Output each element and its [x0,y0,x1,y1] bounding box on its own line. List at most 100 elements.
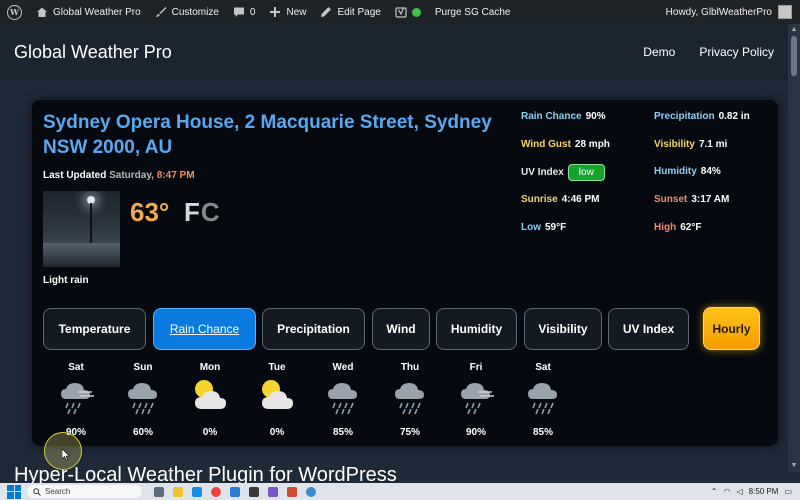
weather-card: Sydney Opera House, 2 Macquarie Street, … [32,100,778,446]
windows-start-icon[interactable] [7,484,21,499]
edge-browser-icon[interactable] [192,486,202,497]
pencil-icon [321,7,332,17]
stat-rain-chance-label: Rain Chance [521,111,582,122]
forecast-day-label: Tue [268,362,286,373]
terminal-icon[interactable] [249,486,259,497]
chevron-up-icon[interactable]: ⌃ [711,487,718,496]
app-icon[interactable] [268,486,278,497]
forecast-day-label: Sat [68,362,84,373]
scroll-thumb[interactable] [791,36,797,76]
system-tray: ⌃ ◠ ◁ 8:50 PM ▭ [711,487,800,496]
location-title: Sydney Opera House, 2 Macquarie Street, … [43,112,492,158]
forecast-day-label: Thu [400,362,420,373]
wordpress-icon: W [7,4,22,20]
rain-icon [328,383,357,415]
rain-icon [395,383,424,415]
stat-precipitation-label: Precipitation [654,111,715,122]
tab-wind[interactable]: Wind [372,308,430,350]
nav-privacy-policy[interactable]: Privacy Policy [699,45,774,59]
unit-c-toggle[interactable]: C [201,197,221,227]
stat-humidity-value: 84% [700,166,721,177]
stat-low-value: 59°F [545,222,567,233]
wp-logo-button[interactable]: W [0,0,29,24]
new-content-link[interactable]: New [262,0,313,24]
current-temperature: 63° [130,197,170,227]
stat-rain-chance: Rain Chance 90% [521,111,606,122]
avatar[interactable] [778,5,792,19]
stat-sunrise-label: Sunrise [521,194,558,205]
howdy-account-link[interactable]: Howdy, GlblWeatherPro [666,7,772,18]
last-updated-label: Last Updated [43,170,107,181]
customize-link[interactable]: Customize [148,0,226,24]
forecast-value: 75% [399,427,420,438]
site-name-label: Global Weather Pro [53,6,141,18]
tab-temperature[interactable]: Temperature [43,308,146,350]
scroll-up-icon[interactable]: ▲ [790,26,798,34]
mouse-pointer-icon [62,449,70,461]
yoast-icon [395,7,407,18]
chrome-browser-icon[interactable] [211,486,221,497]
active-browser-icon[interactable] [306,486,316,497]
clock-time[interactable]: 8:50 PM [749,487,779,496]
forecast-day: Tue 0% [252,362,302,438]
forecast-day: Mon 0% [185,362,235,438]
notification-icon[interactable]: ▭ [784,487,792,496]
stat-sunset: Sunset 3:17 AM [654,194,729,205]
comments-link[interactable]: 0 [226,0,263,24]
partly-sunny-icon [262,380,293,409]
purge-cache-link[interactable]: Purge SG Cache [428,0,518,24]
stat-sunset-value: 3:17 AM [691,194,730,205]
stat-wind-gust-label: Wind Gust [521,139,571,150]
task-view-icon[interactable] [154,486,164,497]
tab-rain-chance[interactable]: Rain Chance [153,308,256,350]
stat-precipitation-value: 0.82 in [718,111,750,122]
plus-icon [270,7,281,17]
file-explorer-icon[interactable] [173,486,183,497]
admin-bar: W Global Weather Pro Customize 0 New Edi… [0,0,800,24]
app-icon[interactable] [287,486,297,497]
site-title[interactable]: Global Weather Pro [14,42,172,63]
last-updated-time: 8:47 PM [156,170,195,181]
rain-icon [128,383,157,415]
nav-demo[interactable]: Demo [643,45,675,59]
forecast-day: Wed 85% [318,362,368,438]
tab-visibility[interactable]: Visibility [524,308,602,350]
uv-index-badge: low [567,164,605,181]
tab-humidity[interactable]: Humidity [436,308,517,350]
hourly-button[interactable]: Hourly [703,307,760,350]
partly-sunny-icon [195,380,226,409]
forecast-value: 0% [202,427,218,438]
search-icon [33,487,41,496]
stat-uv-index-label: UV Index [521,167,564,178]
stat-sunset-label: Sunset [654,194,688,205]
stat-high-value: 62°F [680,222,702,233]
stat-sunrise-value: 4:46 PM [561,194,600,205]
unit-toggle: FC [184,197,221,228]
speaker-icon[interactable]: ◁ [736,487,742,496]
forecast-value: 85% [532,427,553,438]
scroll-down-icon[interactable]: ▼ [790,462,798,470]
forecast-day-label: Sat [535,362,551,373]
unit-f-toggle[interactable]: F [184,197,201,227]
taskbar: Search ⌃ ◠ ◁ 8:50 PM ▭ [0,483,800,500]
purge-cache-label: Purge SG Cache [434,6,511,18]
edit-page-link[interactable]: Edit Page [313,0,387,24]
wifi-icon[interactable]: ◠ [724,487,731,496]
home-icon [37,7,47,17]
forecast-day-label: Wed [332,362,354,373]
vscode-icon[interactable] [230,486,240,497]
weather-photo [43,191,120,267]
seo-plugin-button[interactable] [388,0,428,24]
site-name-link[interactable]: Global Weather Pro [29,0,148,24]
forecast-value: 60% [132,427,153,438]
page-scrollbar[interactable]: ▲ ▼ [788,24,800,472]
stat-high: High 62°F [654,222,701,233]
status-dot-icon [411,7,421,17]
edit-page-label: Edit Page [337,6,381,18]
tab-precipitation[interactable]: Precipitation [262,308,365,350]
last-updated: Last Updated Saturday, 8:47 PM [43,170,195,181]
site-header: Global Weather Pro Demo Privacy Policy [0,24,788,80]
last-updated-day: Saturday, [109,170,154,181]
taskbar-search[interactable]: Search [27,485,142,498]
tab-uv-index[interactable]: UV Index [608,308,689,350]
